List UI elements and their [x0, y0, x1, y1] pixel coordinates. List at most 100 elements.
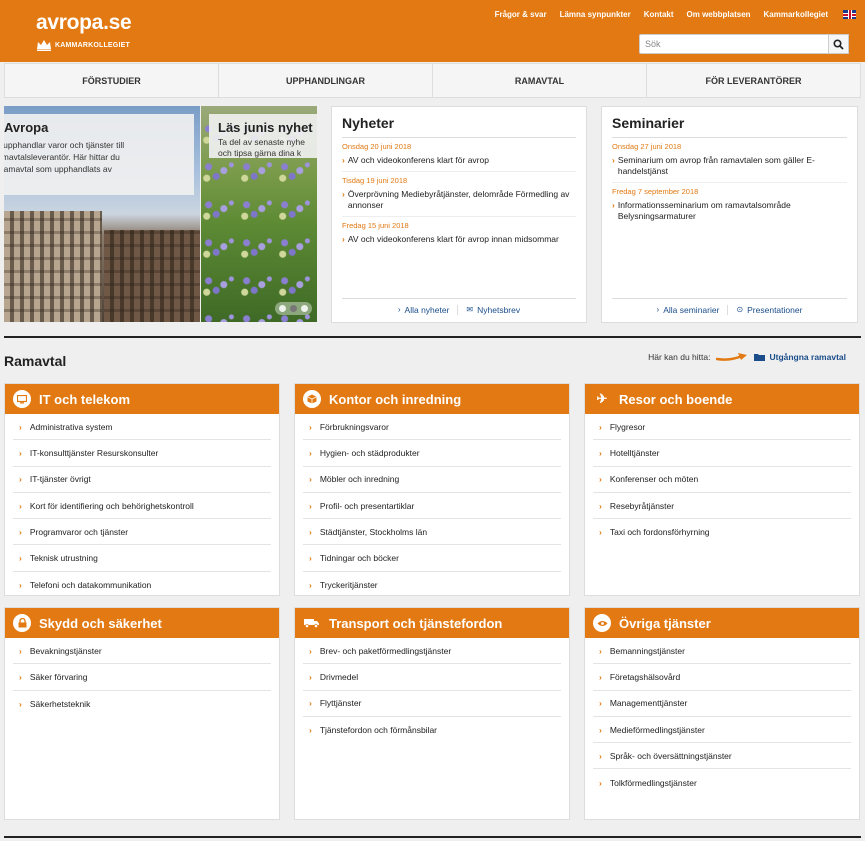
play-circle-icon: ⊙ [736, 305, 744, 314]
category-link-label: Resebyråtjänster [609, 500, 675, 511]
category-header[interactable]: Kontor och inredning [295, 384, 569, 414]
category-link[interactable]: › Tidningar och böcker [303, 545, 561, 572]
chevron-right-icon: › [397, 305, 401, 314]
category-link[interactable]: › Medieförmedlingstjänster [593, 717, 851, 744]
search-button[interactable] [829, 34, 849, 54]
category-link-label: Bemanningstjänster [609, 645, 685, 656]
newsletter-link[interactable]: ✉ Nyhetsbrev [457, 304, 528, 315]
category-link[interactable]: › Kort för identifiering och behörighetsk… [13, 493, 271, 520]
category-title: Transport och tjänstefordon [329, 615, 503, 631]
category-link[interactable]: › Flygresor [593, 414, 851, 441]
category-link[interactable]: › Språk- och översättningstjänster [593, 743, 851, 770]
category-link[interactable]: › IT-konsulttjänster Resurskonsulter [13, 440, 271, 467]
carousel-dot[interactable] [301, 305, 308, 312]
expired-agreements-link[interactable]: Utgångna ramavtal [754, 352, 846, 362]
seminars-footer: › Alla seminarier ⊙ Presentationer [612, 298, 847, 320]
category-link[interactable]: › Managementtjänster [593, 691, 851, 717]
english-flag-icon[interactable] [843, 10, 856, 19]
category-link[interactable]: › Administrativa system [13, 414, 271, 441]
news-headline[interactable]: AV och videokonferens klart för avrop [348, 155, 489, 166]
hero-caption-title: Avropa [4, 120, 49, 135]
seminar-headline[interactable]: Informationsseminarium om ramavtalsområd… [618, 200, 847, 222]
chevron-right-icon: › [599, 671, 602, 682]
category-link[interactable]: › Konferenser och möten [593, 467, 851, 493]
news-item[interactable]: Tisdag 19 juni 2018 › Överprövning Medieb… [342, 172, 576, 217]
all-seminars-link[interactable]: › Alla seminarier [649, 305, 728, 315]
top-link-faq[interactable]: Frågor & svar [495, 10, 547, 19]
hero-slide-buildings[interactable]: Avropa om upphandlar varor och tjänster … [4, 106, 200, 322]
seminar-headline[interactable]: Seminarium om avrop från ramavtalen som … [618, 155, 847, 177]
category-link[interactable]: › Drivmedel [303, 664, 561, 691]
category-link-label: Medieförmedlingstjänster [609, 724, 705, 735]
news-headline[interactable]: AV och videokonferens klart för avrop in… [348, 234, 559, 245]
expired-agreements-label: Utgångna ramavtal [769, 352, 846, 362]
nav-forstudier[interactable]: FÖRSTUDIER [5, 64, 219, 97]
category-header[interactable]: ✈ Resor och boende [585, 384, 859, 414]
category-link[interactable]: › Programvaror och tjänster [13, 519, 271, 546]
category-link[interactable]: › Tolkförmedlingstjänster [593, 769, 851, 795]
category-link-label: Brev- och paketförmedlingstjänster [319, 645, 452, 656]
category-link[interactable]: › Förbrukningsvaror [303, 414, 561, 441]
chevron-right-icon: › [599, 698, 602, 709]
airplane-icon: ✈ [596, 391, 608, 406]
news-item[interactable]: Fredag 15 juni 2018 › AV och videokonfere… [342, 217, 576, 250]
all-news-link[interactable]: › Alla nyheter [390, 305, 458, 315]
category-link[interactable]: › Tryckeritjänster [303, 572, 561, 598]
top-link-about[interactable]: Om webbplatsen [687, 10, 751, 19]
building-image [104, 230, 200, 322]
category-link[interactable]: › Resebyråtjänster [593, 493, 851, 520]
chevron-right-icon: › [19, 671, 22, 682]
category-link[interactable]: › Städtjänster, Stockholms län [303, 519, 561, 546]
site-logo[interactable]: avropa.se KAMMARKOLLEGIET [36, 11, 132, 51]
category-link[interactable]: › Säkerhetsteknik [13, 691, 271, 717]
seminar-item[interactable]: Fredag 7 september 2018 › Informationssem… [612, 183, 847, 227]
news-date: Onsdag 20 juni 2018 [342, 142, 412, 151]
envelope-icon: ✉ [466, 305, 474, 314]
category-link[interactable]: › Säker förvaring [13, 664, 271, 691]
top-link-kammarkollegiet[interactable]: Kammarkollegiet [764, 10, 828, 19]
category-title: Resor och boende [619, 391, 733, 407]
carousel-dot[interactable] [279, 305, 286, 312]
hint-label: Här kan du hitta: [648, 352, 711, 362]
chevron-right-icon: › [309, 474, 312, 485]
nav-leverantorer[interactable]: FÖR LEVERANTÖRER [647, 64, 860, 97]
hero-caption-line: och tipsa gärna dina k [218, 148, 302, 158]
category-link-label: Säkerhetsteknik [29, 698, 91, 709]
category-link[interactable]: › Flyttjänster [303, 691, 561, 717]
hero-carousel[interactable]: Avropa om upphandlar varor och tjänster … [4, 106, 317, 322]
category-link[interactable]: › IT-tjänster övrigt [13, 467, 271, 493]
news-item[interactable]: Onsdag 20 juni 2018 › AV och videokonfere… [342, 138, 576, 172]
nav-upphandlingar[interactable]: UPPHANDLINGAR [219, 64, 433, 97]
carousel-dot[interactable] [290, 305, 297, 312]
category-link-label: Tidningar och böcker [319, 553, 399, 564]
category-link[interactable]: › Brev- och paketförmedlingstjänster [303, 638, 561, 665]
category-link[interactable]: › Företagshälsovård [593, 664, 851, 691]
category-link[interactable]: › Telefoni och datakommunikation [13, 572, 271, 598]
hero-caption-line: Ta del av senaste nyhe [218, 137, 305, 147]
top-link-feedback[interactable]: Lämna synpunkter [560, 10, 631, 19]
search-input[interactable] [639, 34, 829, 54]
category-header[interactable]: Övriga tjänster [585, 608, 859, 638]
presentations-link[interactable]: ⊙ Presentationer [727, 304, 810, 315]
category-header[interactable]: Transport och tjänstefordon [295, 608, 569, 638]
category-link[interactable]: › Hotelltjänster [593, 440, 851, 467]
news-headline[interactable]: Överprövning Mediebyråtjänster, delområd… [348, 189, 576, 211]
category-link[interactable]: › Teknisk utrustning [13, 545, 271, 572]
top-link-contact[interactable]: Kontakt [644, 10, 674, 19]
category-link[interactable]: › Taxi och fordonsförhyrning [593, 519, 851, 545]
category-link[interactable]: › Bevakningstjänster [13, 638, 271, 665]
category-link-label: IT-konsulttjänster Resurskonsulter [29, 447, 159, 458]
category-header[interactable]: IT och telekom [5, 384, 279, 414]
category-link[interactable]: › Profil- och presentartiklar [303, 493, 561, 520]
chevron-right-icon: › [309, 671, 312, 682]
category-header[interactable]: Skydd och säkerhet [5, 608, 279, 638]
nav-ramavtal[interactable]: RAMAVTAL [433, 64, 647, 97]
category-link-label: Förbrukningsvaror [319, 421, 389, 432]
newsletter-label: Nyhetsbrev [477, 304, 521, 315]
chevron-right-icon: › [599, 474, 602, 485]
seminar-item[interactable]: Onsdag 27 juni 2018 › Seminarium om avrop… [612, 138, 847, 183]
category-link[interactable]: › Möbler och inredning [303, 467, 561, 493]
category-link[interactable]: › Tjänstefordon och förmånsbilar [303, 717, 561, 743]
category-link[interactable]: › Bemanningstjänster [593, 638, 851, 665]
category-link[interactable]: › Hygien- och städprodukter [303, 440, 561, 467]
